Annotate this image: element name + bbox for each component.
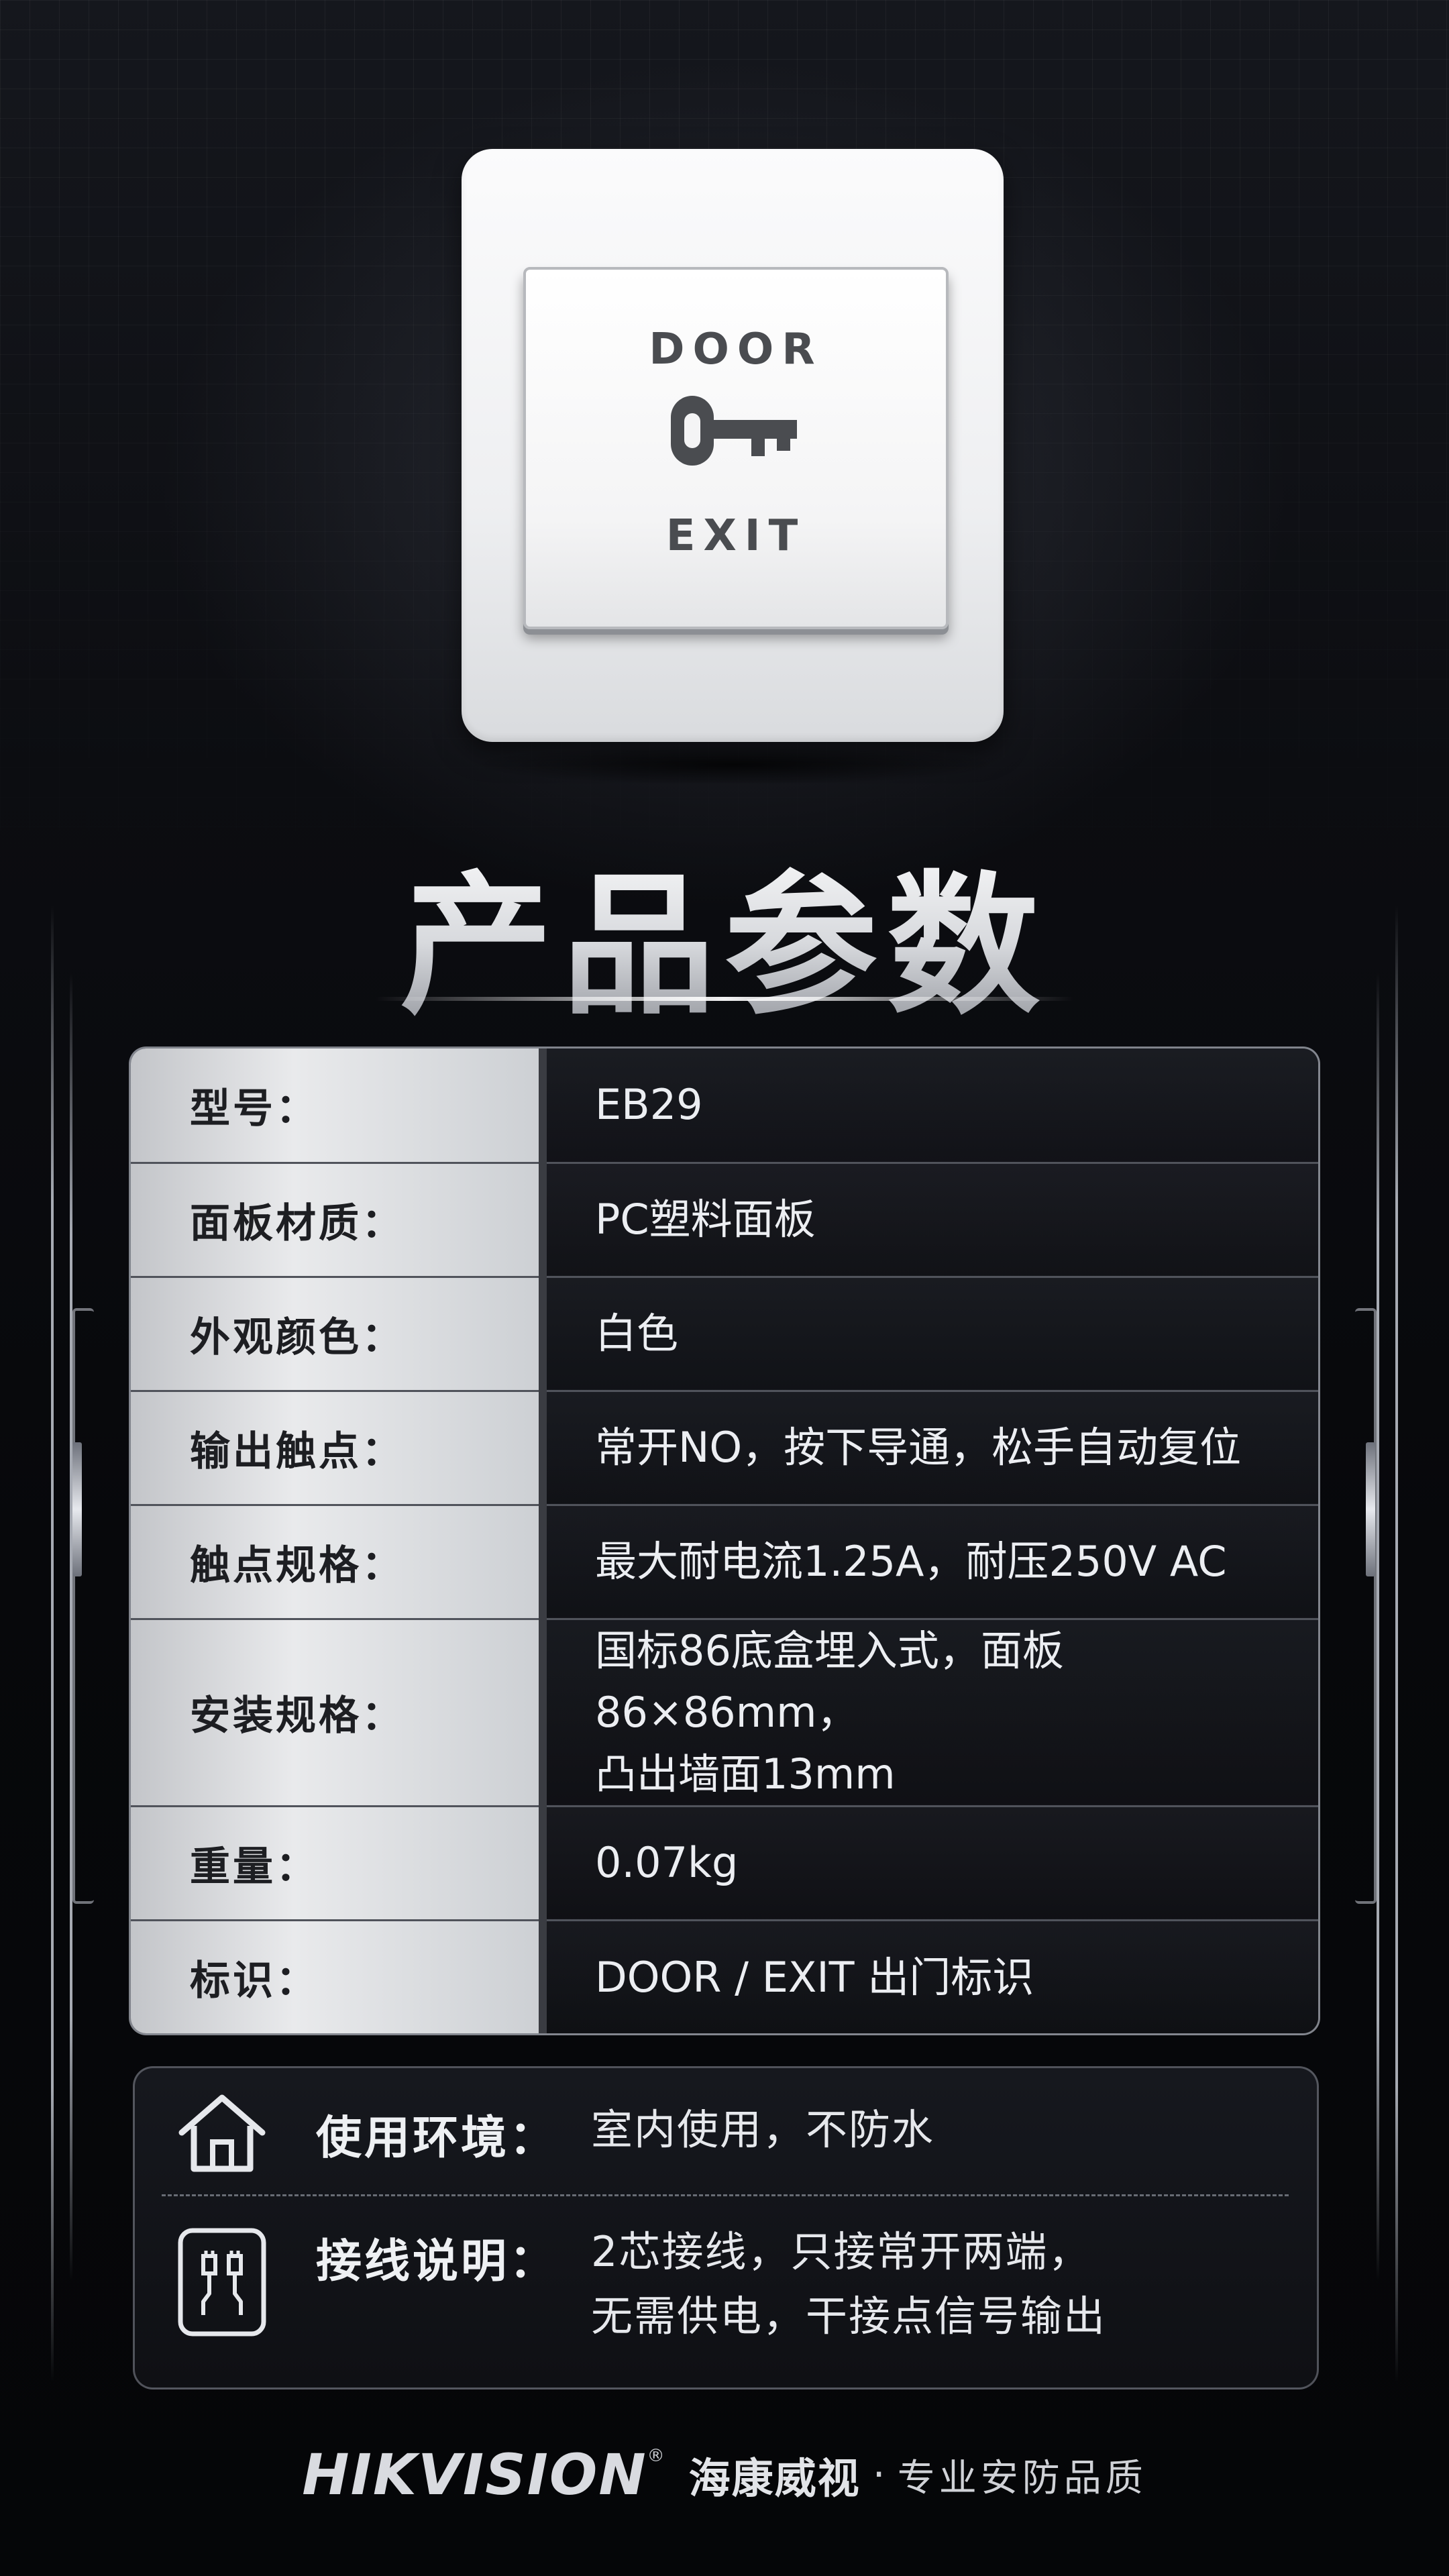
switch-shadow [470,745,1000,785]
registered-mark: ® [647,2446,665,2466]
brand-separator: · [872,2451,885,2498]
left-frame-bracket [72,1308,94,1904]
spec-label-installation: 安装规格： [131,1617,547,1807]
table-row: 外观颜色： 白色 [131,1275,1318,1392]
spec-label-weight: 重量： [131,1805,547,1921]
spec-value-marking: DOOR / EXIT 出门标识 [541,1919,1318,2033]
spec-table: 型号： EB29 面板材质： PC塑料面板 外观颜色： 白色 输出触点： 常开N… [129,1046,1320,2035]
brand-slogan: 专业安防品质 [897,2456,1147,2500]
table-row: 型号： EB29 [131,1049,1318,1164]
spec-value-installation-line-2: 凸出墙面13mm [595,1749,896,1799]
info-divider [162,2194,1289,2196]
table-row: 输出触点： 常开NO，按下导通，松手自动复位 [131,1389,1318,1506]
product-spec-page: DOOR EXIT 产品参数 型号： EB29 面板材质： PC塑料面板 外观颜… [0,0,1449,2576]
right-frame-line-inner [1377,973,1379,2281]
spec-value-output-contact: 常开NO，按下导通，松手自动复位 [541,1389,1318,1506]
right-frame-tab [1366,1442,1375,1576]
spec-label-model: 型号： [131,1049,547,1164]
switch-button-face: DOOR EXIT [523,267,949,629]
key-icon [671,396,797,466]
spec-value-model: EB29 [541,1049,1318,1164]
wiring-label: 接线说明： [316,2235,558,2288]
right-frame-line-outer [1395,906,1398,2381]
spec-value-material: PC塑料面板 [541,1161,1318,1278]
spec-label-contact-rating: 触点规格： [131,1503,547,1620]
spec-value-contact-rating: 最大耐电流1.25A，耐压250V AC [541,1503,1318,1620]
house-icon [178,2094,266,2172]
table-row: 重量： 0.07kg [131,1805,1318,1921]
left-frame-tab [72,1442,82,1576]
wiring-value-line-2: 无需供电，干接点信号输出 [591,2292,1107,2341]
wire-connector-icon [178,2228,266,2337]
brand-name-cn: 海康威视 [688,2454,861,2503]
spec-value-installation: 国标86底盒埋入式，面板86×86mm， 凸出墙面13mm [541,1617,1318,1807]
title-underline-glow [376,997,1073,1001]
spec-label-material: 面板材质： [131,1161,547,1278]
spec-label-marking: 标识： [131,1919,547,2033]
left-frame-line-outer [51,906,54,2381]
table-row: 面板材质： PC塑料面板 [131,1161,1318,1278]
usage-info-box: 使用环境： 室内使用，不防水 接线说明： 2芯接线，只接常开两端， 无需供电，干… [133,2066,1319,2390]
table-row: 安装规格： 国标86底盒埋入式，面板86×86mm， 凸出墙面13mm [131,1617,1318,1807]
environment-value: 室内使用，不防水 [591,2105,935,2154]
brand-logo-en: HIKVISION [302,2442,647,2508]
spec-label-color: 外观颜色： [131,1275,547,1392]
spec-value-installation-line-1: 国标86底盒埋入式，面板86×86mm， [595,1625,1064,1737]
wiring-value-line-1: 2芯接线，只接常开两端， [591,2227,1091,2276]
table-row: 标识： DOOR / EXIT 出门标识 [131,1919,1318,2033]
switch-door-text: DOOR [649,325,823,374]
spec-value-color: 白色 [541,1275,1318,1392]
right-frame-bracket [1355,1308,1377,1904]
table-row: 触点规格： 最大耐电流1.25A，耐压250V AC [131,1503,1318,1620]
switch-exit-text: EXIT [665,511,806,561]
brand-footer: HIKVISION® 海康威视 · 专业安防品质 [0,2442,1449,2508]
page-title: 产品参数 [0,822,1449,1043]
spec-value-weight: 0.07kg [541,1805,1318,1921]
wiring-value: 2芯接线，只接常开两端， 无需供电，干接点信号输出 [591,2220,1106,2349]
environment-label: 使用环境： [316,2112,558,2165]
spec-label-output-contact: 输出触点： [131,1389,547,1506]
